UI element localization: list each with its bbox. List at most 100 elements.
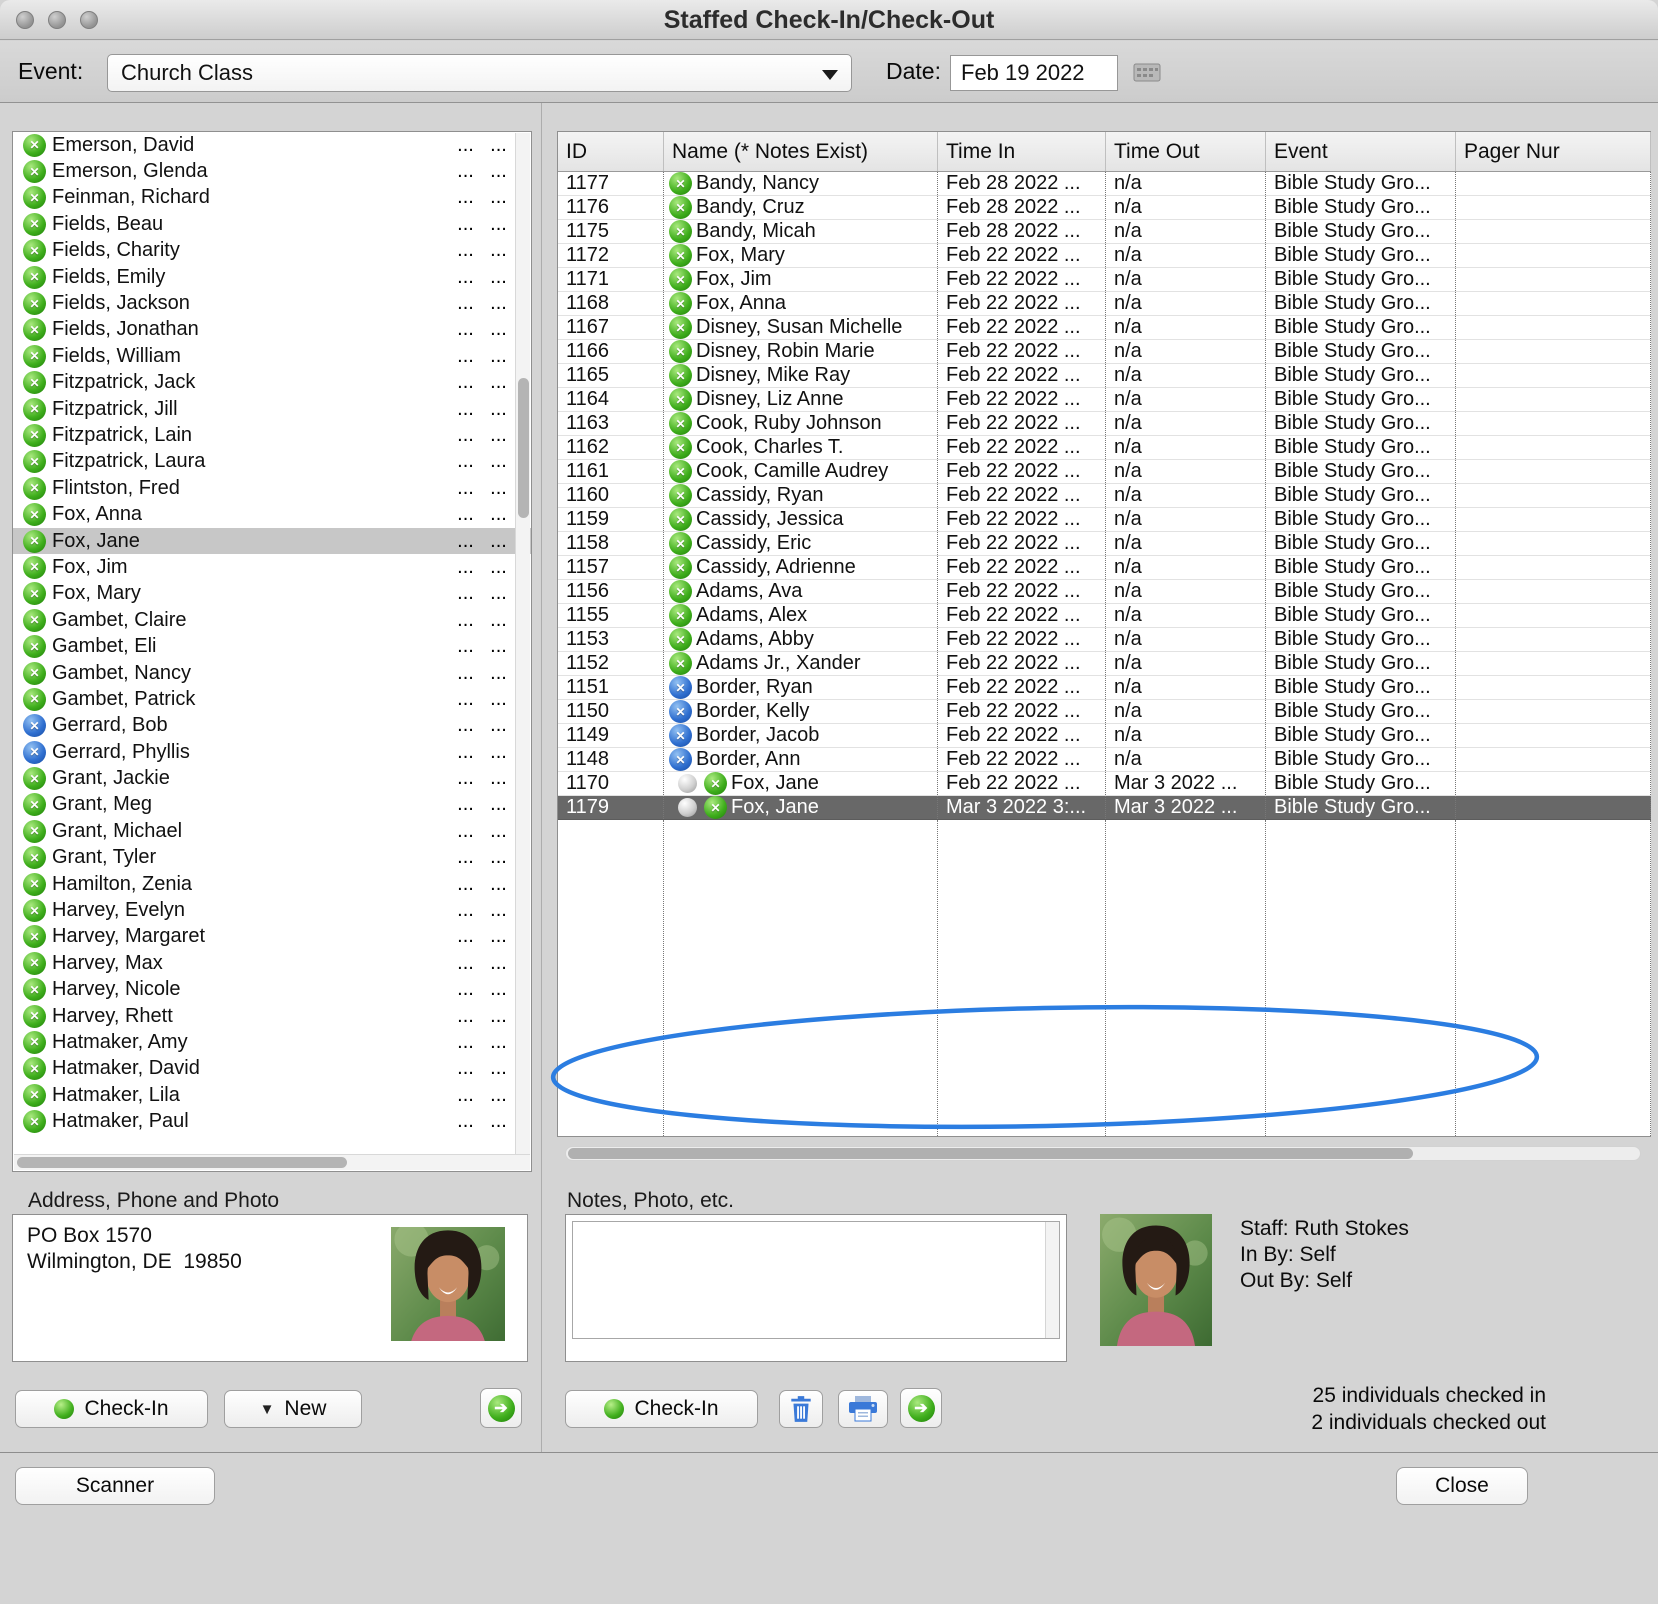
list-item[interactable]: ✕ Gambet, Eli ... ... [13,633,531,659]
detail-dots-1[interactable]: ... [449,398,482,421]
detail-dots-1[interactable]: ... [449,846,482,869]
roster-horizontal-scrollbar-thumb[interactable] [17,1157,347,1168]
list-item[interactable]: ✕ Grant, Jackie ... ... [13,765,531,791]
checkin-button-left[interactable]: Check-In [15,1390,208,1428]
detail-dots-2[interactable]: ... [482,186,515,209]
table-row[interactable]: 1177 ✕ Bandy, Nancy Feb 28 2022 ... n/a … [558,172,1651,196]
table-row[interactable]: 1170 ✕ Fox, Jane Feb 22 2022 ... Mar 3 2… [558,772,1651,796]
table-horizontal-scrollbar[interactable] [565,1146,1641,1161]
list-item[interactable]: ✕ Gambet, Nancy ... ... [13,660,531,686]
detail-dots-1[interactable]: ... [449,714,482,737]
list-item[interactable]: ✕ Gambet, Claire ... ... [13,607,531,633]
list-item[interactable]: ✕ Hatmaker, David ... ... [13,1056,531,1082]
detail-dots-1[interactable]: ... [449,503,482,526]
list-item[interactable]: ✕ Fields, Emily ... ... [13,264,531,290]
detail-dots-1[interactable]: ... [449,1031,482,1054]
go-to-record-button-left[interactable]: ➔ [480,1388,522,1428]
column-header-name[interactable]: Name (* Notes Exist) [664,132,938,171]
detail-dots-1[interactable]: ... [449,371,482,394]
table-row[interactable]: 1164 ✕ Disney, Liz Anne Feb 22 2022 ... … [558,388,1651,412]
table-row[interactable]: 1171 ✕ Fox, Jim Feb 22 2022 ... n/a Bibl… [558,268,1651,292]
detail-dots-2[interactable]: ... [482,239,515,262]
close-button[interactable]: Close [1396,1467,1528,1505]
detail-dots-2[interactable]: ... [482,503,515,526]
detail-dots-2[interactable]: ... [482,318,515,341]
detail-dots-2[interactable]: ... [482,450,515,473]
close-window-button[interactable] [16,11,34,29]
detail-dots-1[interactable]: ... [449,345,482,368]
new-button[interactable]: ▼ New [224,1390,362,1428]
detail-dots-1[interactable]: ... [449,450,482,473]
detail-dots-1[interactable]: ... [449,1110,482,1133]
detail-dots-1[interactable]: ... [449,609,482,632]
table-row[interactable]: 1165 ✕ Disney, Mike Ray Feb 22 2022 ... … [558,364,1651,388]
detail-dots-1[interactable]: ... [449,873,482,896]
detail-dots-1[interactable]: ... [449,213,482,236]
table-row[interactable]: 1162 ✕ Cook, Charles T. Feb 22 2022 ... … [558,436,1651,460]
table-row[interactable]: 1160 ✕ Cassidy, Ryan Feb 22 2022 ... n/a… [558,484,1651,508]
detail-dots-1[interactable]: ... [449,160,482,183]
detail-dots-1[interactable]: ... [449,1084,482,1107]
list-item[interactable]: ✕ Hamilton, Zenia ... ... [13,871,531,897]
detail-dots-2[interactable]: ... [482,556,515,579]
detail-dots-1[interactable]: ... [449,266,482,289]
list-item[interactable]: ✕ Hatmaker, Lila ... ... [13,1082,531,1108]
checkin-button-right[interactable]: Check-In [565,1390,758,1428]
detail-dots-2[interactable]: ... [482,530,515,553]
list-item[interactable]: ✕ Fox, Jim ... ... [13,554,531,580]
table-row[interactable]: 1172 ✕ Fox, Mary Feb 22 2022 ... n/a Bib… [558,244,1651,268]
roster-horizontal-scrollbar[interactable] [14,1154,530,1170]
detail-dots-1[interactable]: ... [449,186,482,209]
list-item[interactable]: ✕ Emerson, Glenda ... ... [13,158,531,184]
list-item[interactable]: ✕ Fox, Anna ... ... [13,501,531,527]
detail-dots-2[interactable]: ... [482,952,515,975]
detail-dots-1[interactable]: ... [449,424,482,447]
detail-dots-2[interactable]: ... [482,846,515,869]
detail-dots-1[interactable]: ... [449,635,482,658]
list-item[interactable]: ✕ Harvey, Rhett ... ... [13,1003,531,1029]
detail-dots-2[interactable]: ... [482,424,515,447]
detail-dots-2[interactable]: ... [482,582,515,605]
list-item[interactable]: ✕ Fields, Jackson ... ... [13,290,531,316]
detail-dots-1[interactable]: ... [449,134,482,157]
table-row[interactable]: 1151 ✕ Border, Ryan Feb 22 2022 ... n/a … [558,676,1651,700]
detail-dots-1[interactable]: ... [449,741,482,764]
detail-dots-2[interactable]: ... [482,160,515,183]
list-item[interactable]: ✕ Harvey, Max ... ... [13,950,531,976]
table-row[interactable]: 1175 ✕ Bandy, Micah Feb 28 2022 ... n/a … [558,220,1651,244]
detail-dots-2[interactable]: ... [482,134,515,157]
column-header-id[interactable]: ID [558,132,664,171]
go-to-record-button-right[interactable]: ➔ [900,1388,942,1428]
detail-dots-2[interactable]: ... [482,371,515,394]
table-row[interactable]: 1155 ✕ Adams, Alex Feb 22 2022 ... n/a B… [558,604,1651,628]
detail-dots-1[interactable]: ... [449,820,482,843]
detail-dots-2[interactable]: ... [482,741,515,764]
print-button[interactable] [838,1390,888,1428]
table-row[interactable]: 1156 ✕ Adams, Ava Feb 22 2022 ... n/a Bi… [558,580,1651,604]
detail-dots-1[interactable]: ... [449,1005,482,1028]
detail-dots-2[interactable]: ... [482,767,515,790]
list-item[interactable]: ✕ Gerrard, Phyllis ... ... [13,739,531,765]
calendar-icon[interactable] [1133,61,1161,83]
table-row[interactable]: 1149 ✕ Border, Jacob Feb 22 2022 ... n/a… [558,724,1651,748]
minimize-window-button[interactable] [48,11,66,29]
detail-dots-2[interactable]: ... [482,345,515,368]
list-item[interactable]: ✕ Harvey, Margaret ... ... [13,924,531,950]
list-item[interactable]: ✕ Fields, Beau ... ... [13,211,531,237]
detail-dots-1[interactable]: ... [449,239,482,262]
list-item[interactable]: ✕ Gambet, Patrick ... ... [13,686,531,712]
detail-dots-2[interactable]: ... [482,793,515,816]
table-row[interactable]: 1159 ✕ Cassidy, Jessica Feb 22 2022 ... … [558,508,1651,532]
detail-dots-1[interactable]: ... [449,582,482,605]
table-row[interactable]: 1158 ✕ Cassidy, Eric Feb 22 2022 ... n/a… [558,532,1651,556]
date-input[interactable]: Feb 19 2022 [950,55,1118,91]
column-header-time-out[interactable]: Time Out [1106,132,1266,171]
detail-dots-2[interactable]: ... [482,925,515,948]
table-horizontal-scrollbar-thumb[interactable] [568,1148,1413,1159]
list-item[interactable]: ✕ Grant, Meg ... ... [13,792,531,818]
list-item[interactable]: ✕ Fitzpatrick, Laura ... ... [13,449,531,475]
detail-dots-2[interactable]: ... [482,1031,515,1054]
table-row[interactable]: 1152 ✕ Adams Jr., Xander Feb 22 2022 ...… [558,652,1651,676]
event-dropdown[interactable]: Church Class [107,54,852,92]
detail-dots-2[interactable]: ... [482,899,515,922]
